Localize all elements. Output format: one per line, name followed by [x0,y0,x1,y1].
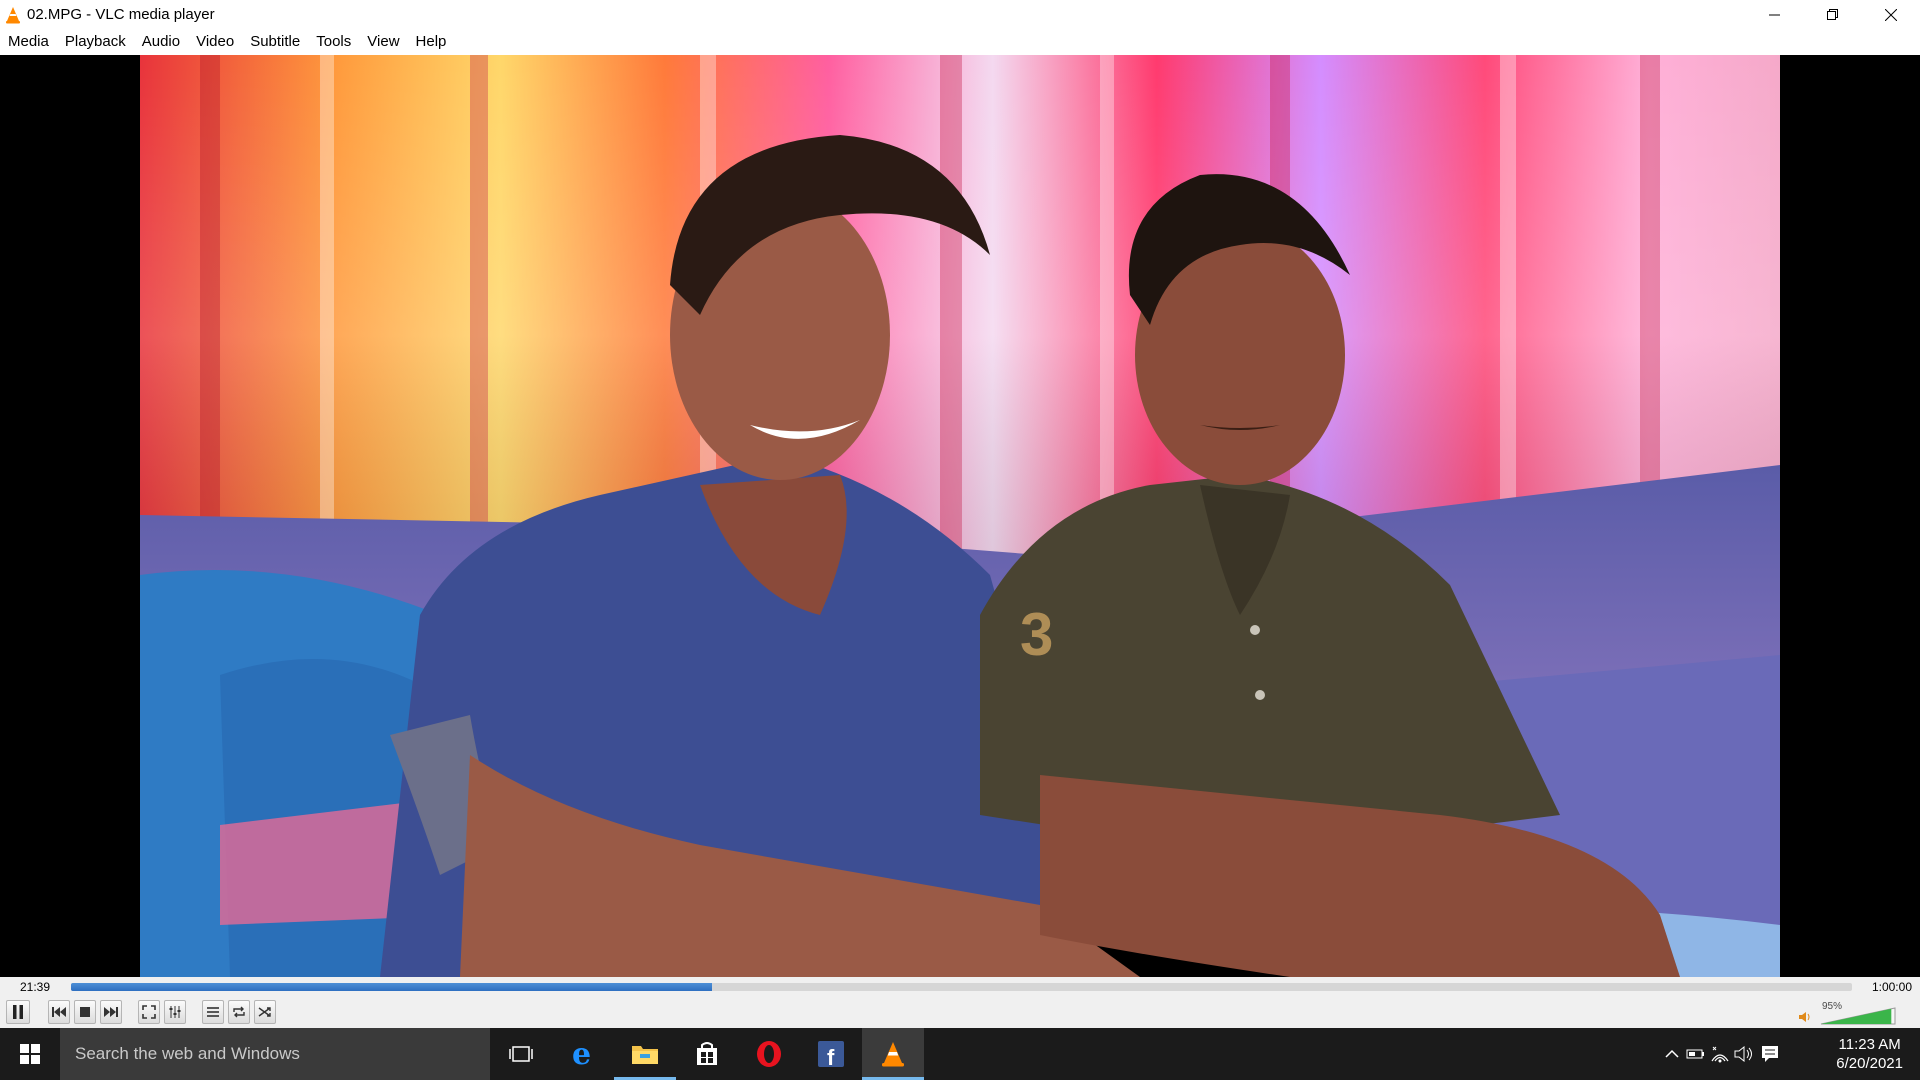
menu-view[interactable]: View [359,29,407,55]
extended-settings-button[interactable] [164,1000,186,1024]
playlist-icon [207,1007,219,1017]
current-time: 21:39 [20,980,51,994]
stop-button[interactable] [74,1000,96,1024]
previous-icon [52,1007,66,1017]
task-view-icon [509,1046,533,1062]
edge-icon: e [572,1040,591,1068]
vlc-cone-icon [882,1042,904,1067]
control-bar: 95% [0,998,1920,1028]
system-tray: 11:23 AM 6/20/2021 [1660,1028,1920,1080]
close-icon [1885,8,1897,21]
taskbar-store[interactable] [676,1028,738,1080]
windows-taskbar: Search the web and Windows e f 11:23 AM … [0,1028,1920,1080]
total-time: 1:00:00 [1871,980,1912,994]
windows-logo-icon [20,1044,40,1064]
clock-date: 6/20/2021 [1836,1055,1903,1072]
search-placeholder: Search the web and Windows [75,1044,300,1063]
menu-playback[interactable]: Playback [57,29,134,55]
previous-button[interactable] [48,1000,70,1024]
title-bar[interactable]: 02.MPG - VLC media player [0,0,1920,29]
stop-icon [80,1007,90,1017]
volume-control[interactable]: 95% [1790,1001,1910,1025]
fullscreen-button[interactable] [138,1000,160,1024]
opera-icon [757,1041,781,1067]
seek-row: 21:39 1:00:00 [0,977,1920,998]
folder-icon [632,1046,658,1064]
shuffle-icon [258,1007,271,1017]
taskbar-facebook[interactable]: f [800,1028,862,1080]
show-hidden-icons-button[interactable] [1660,1042,1684,1066]
close-button[interactable] [1862,0,1920,29]
menu-help[interactable]: Help [408,29,455,55]
minimize-icon [1769,14,1780,15]
taskbar-edge[interactable]: e [552,1028,614,1080]
next-icon [104,1007,118,1017]
video-area[interactable]: 3 [0,55,1920,977]
volume-tray-button[interactable] [1732,1042,1756,1066]
battery-icon [1686,1049,1704,1059]
svg-text:3: 3 [1020,601,1053,668]
task-view-button[interactable] [490,1028,552,1080]
speaker-icon [1799,1012,1810,1022]
menu-bar: Media Playback Audio Video Subtitle Tool… [0,29,1920,55]
window-title: 02.MPG - VLC media player [27,6,215,23]
facebook-icon: f [818,1041,844,1068]
clock-time: 11:23 AM [1838,1036,1901,1053]
volume-icon [1734,1046,1752,1062]
start-button[interactable] [0,1028,60,1080]
taskbar-file-explorer[interactable] [614,1028,676,1080]
loop-button[interactable] [228,1000,250,1024]
chevron-up-icon [1665,1049,1679,1058]
taskbar-opera[interactable] [738,1028,800,1080]
svg-text:e: e [572,1040,591,1068]
window-controls [1746,0,1920,29]
menu-media[interactable]: Media [0,29,57,55]
battery-button[interactable] [1684,1042,1708,1066]
playlist-button[interactable] [202,1000,224,1024]
shuffle-button[interactable] [254,1000,276,1024]
store-icon [697,1042,717,1065]
taskbar-clock[interactable]: 11:23 AM 6/20/2021 [1836,1035,1903,1073]
menu-audio[interactable]: Audio [134,29,188,55]
menu-tools[interactable]: Tools [308,29,359,55]
vlc-logo-icon [6,6,20,23]
seek-bar[interactable] [71,983,1852,991]
restore-button[interactable] [1804,0,1862,29]
video-frame: 3 [140,55,1780,977]
taskbar-search-box[interactable]: Search the web and Windows [60,1028,490,1080]
svg-text:f: f [827,1045,835,1068]
restore-icon [1827,8,1838,20]
menu-subtitle[interactable]: Subtitle [242,29,308,55]
minimize-button[interactable] [1746,0,1804,29]
fullscreen-icon [142,1005,156,1019]
vlc-window: 02.MPG - VLC media player Media Playback… [0,0,1920,1080]
menu-video[interactable]: Video [188,29,242,55]
loop-icon [233,1006,245,1018]
network-button[interactable] [1708,1042,1732,1066]
action-center-button[interactable] [1758,1042,1782,1066]
equalizer-icon [169,1006,181,1018]
volume-slider[interactable] [1820,1007,1896,1025]
notification-icon [1762,1046,1778,1062]
pause-button[interactable] [6,1000,30,1024]
taskbar-vlc[interactable] [862,1028,924,1080]
wifi-icon [1711,1046,1729,1063]
seek-progress [71,983,713,991]
next-button[interactable] [100,1000,122,1024]
pause-icon [13,1005,23,1019]
